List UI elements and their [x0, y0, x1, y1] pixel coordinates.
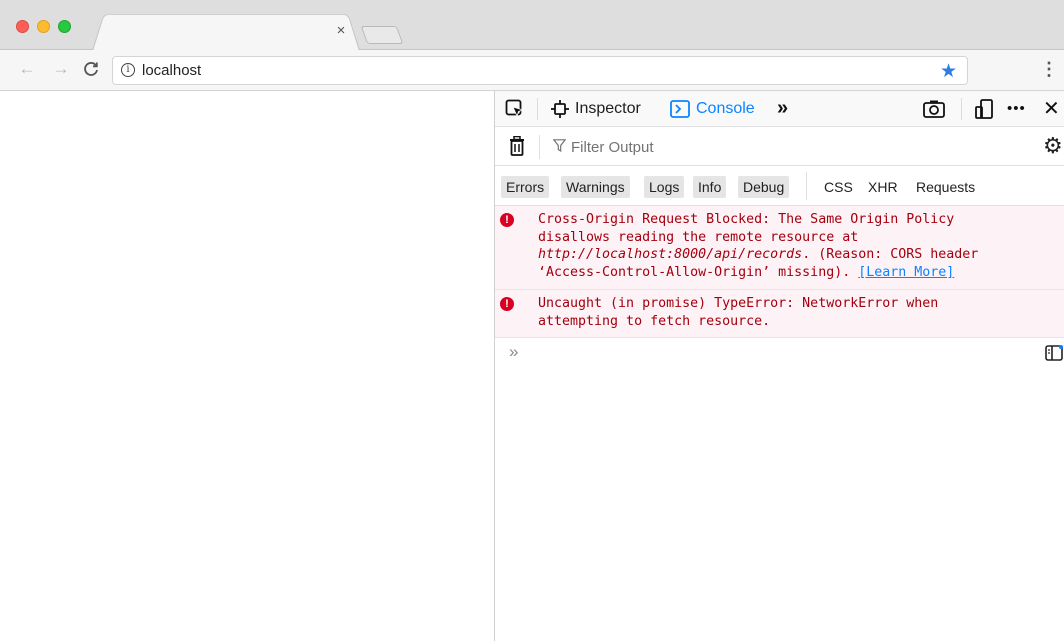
- browser-tab[interactable]: [92, 13, 360, 51]
- tab-inspector-label: Inspector: [575, 100, 641, 117]
- url-text[interactable]: localhost: [142, 62, 201, 79]
- filter-logs-button[interactable]: Logs: [644, 176, 685, 198]
- address-bar[interactable]: i localhost ★: [112, 56, 968, 85]
- message-line: attempting to fetch resource.: [538, 313, 771, 329]
- responsive-design-icon[interactable]: [975, 99, 995, 119]
- back-icon[interactable]: ←: [18, 59, 36, 79]
- close-window-button[interactable]: [16, 20, 29, 33]
- message-reason: . (Reason: CORS header: [802, 247, 979, 262]
- console-icon: [670, 100, 690, 118]
- new-tab-button[interactable]: [360, 26, 404, 44]
- info-icon[interactable]: i: [121, 63, 135, 77]
- window-controls: [16, 20, 71, 33]
- filter-output-input[interactable]: [571, 135, 1031, 159]
- message-line: http://localhost:8000/api/records. (Reas…: [538, 246, 1033, 264]
- tab-inspector[interactable]: Inspector: [551, 98, 641, 120]
- more-options-icon[interactable]: •••: [1007, 98, 1026, 120]
- close-devtools-icon[interactable]: ✕: [1043, 98, 1060, 120]
- filter-debug-button[interactable]: Debug: [738, 176, 790, 198]
- message-header-text: ‘Access-Control-Allow-Origin’ missing).: [538, 264, 859, 280]
- prompt-chevron-icon: »: [509, 342, 519, 361]
- maximize-window-button[interactable]: [58, 20, 71, 33]
- filter-errors-button[interactable]: Errors: [501, 176, 550, 198]
- title-bar: ×: [0, 0, 1064, 51]
- log-level-filters: Errors Warnings Logs Info Debug CSS XHR …: [495, 166, 1064, 206]
- editor-mode-icon[interactable]: [1045, 345, 1063, 361]
- message-line: disallows reading the remote resource at: [538, 229, 859, 245]
- bookmark-star-icon[interactable]: ★: [940, 60, 957, 83]
- gear-icon[interactable]: ⚙: [1043, 135, 1063, 157]
- filter-xhr-button[interactable]: XHR: [868, 176, 898, 198]
- browser-toolbar: ← → i localhost ★ ⋮: [0, 50, 1064, 91]
- message-line: Cross-Origin Request Blocked: The Same O…: [538, 212, 955, 227]
- console-error-message: ! Cross-Origin Request Blocked: The Same…: [495, 206, 1064, 290]
- filter-divider: [539, 135, 540, 159]
- error-icon: !: [500, 213, 514, 227]
- console-filter-bar: ⚙: [495, 127, 1064, 166]
- devtools-toolbar: Inspector Console » ••• ✕: [495, 91, 1064, 127]
- minimize-window-button[interactable]: [37, 20, 50, 33]
- filter-warnings-button[interactable]: Warnings: [561, 176, 630, 198]
- reload-icon[interactable]: [82, 59, 100, 81]
- filter-divider: [806, 172, 807, 200]
- page-content: [0, 91, 494, 641]
- tab-console-label: Console: [696, 100, 755, 117]
- message-line: Uncaught (in promise) TypeError: Network…: [538, 296, 939, 311]
- inspector-icon: [551, 100, 569, 118]
- resource-url: http://localhost:8000/api/records: [538, 247, 803, 262]
- screenshot-icon[interactable]: [923, 100, 945, 118]
- filter-requests-button[interactable]: Requests: [916, 176, 975, 198]
- filter-info-button[interactable]: Info: [693, 176, 727, 198]
- error-message-text: Uncaught (in promise) TypeError: Network…: [538, 295, 1033, 330]
- error-message-text: Cross-Origin Request Blocked: The Same O…: [538, 211, 1033, 281]
- element-picker-icon[interactable]: [505, 99, 525, 119]
- devtools-panel: Inspector Console » ••• ✕ Filter Output …: [494, 91, 1064, 641]
- filter-css-button[interactable]: CSS: [824, 176, 853, 198]
- error-icon: !: [500, 297, 514, 311]
- browser-window: × ← → i localhost ★ ⋮ Inspector Console …: [0, 0, 1064, 641]
- trash-icon[interactable]: [509, 136, 525, 156]
- message-line: ‘Access-Control-Allow-Origin’ missing). …: [538, 264, 1033, 282]
- browser-menu-icon[interactable]: ⋮: [1040, 58, 1058, 80]
- tab-close-icon[interactable]: ×: [334, 23, 348, 38]
- filter-funnel-icon: [553, 139, 566, 152]
- toolbar-divider: [961, 98, 962, 120]
- more-tools-chevron-icon[interactable]: »: [777, 98, 788, 118]
- learn-more-link[interactable]: [Learn More]: [858, 265, 954, 280]
- console-error-message: ! Uncaught (in promise) TypeError: Netwo…: [495, 290, 1064, 338]
- tab-console[interactable]: Console: [670, 98, 755, 120]
- forward-icon[interactable]: →: [52, 59, 70, 79]
- console-input[interactable]: »: [495, 338, 1064, 368]
- toolbar-divider: [537, 98, 538, 120]
